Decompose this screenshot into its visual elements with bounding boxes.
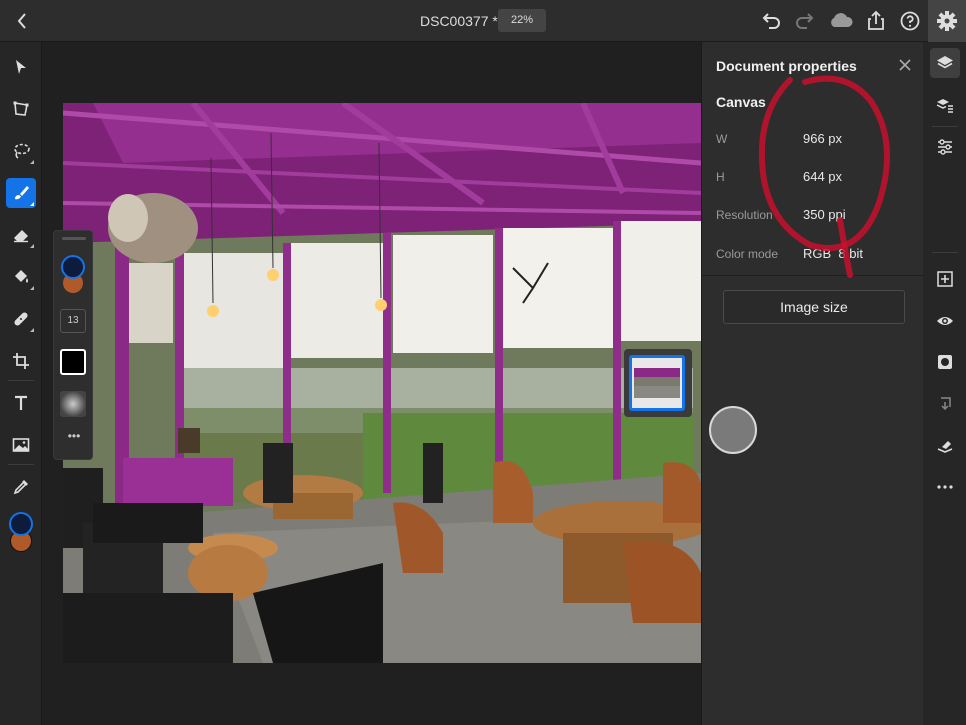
layers-button[interactable] xyxy=(930,48,960,78)
close-panel-button[interactable] xyxy=(898,58,912,72)
foreground-color-swatch[interactable] xyxy=(9,512,33,536)
panel-title: Document properties xyxy=(716,58,857,74)
document-canvas-image[interactable] xyxy=(63,103,701,663)
width-label: W xyxy=(716,132,728,146)
eraser-icon xyxy=(14,230,28,243)
cloud-icon xyxy=(831,13,853,27)
plus-square-icon xyxy=(937,271,953,287)
redo-icon xyxy=(796,13,814,29)
help-icon xyxy=(900,11,920,31)
bandage-icon xyxy=(14,312,28,326)
brush-options-panel: 13 ••• xyxy=(53,230,93,460)
brush-foreground-color[interactable] xyxy=(61,255,85,279)
layers-icon xyxy=(937,56,953,69)
toolbar-divider xyxy=(8,380,34,381)
merge-down-button[interactable] xyxy=(930,389,960,419)
text-icon xyxy=(15,395,27,410)
right-icon-strip xyxy=(923,42,966,725)
share-icon xyxy=(868,10,884,30)
crop-tool[interactable] xyxy=(6,346,36,376)
select-tool[interactable] xyxy=(6,52,36,82)
adjustments-button[interactable] xyxy=(930,132,960,162)
lasso-tool[interactable] xyxy=(6,136,36,166)
share-button[interactable] xyxy=(863,8,889,34)
color-mode-label: Color mode xyxy=(716,247,779,261)
canvas-section-heading: Canvas xyxy=(716,94,766,110)
image-size-button[interactable]: Image size xyxy=(723,290,905,324)
text-tool[interactable] xyxy=(6,388,36,418)
redo-button[interactable] xyxy=(792,8,818,34)
merge-down-icon xyxy=(941,397,951,411)
height-label: H xyxy=(716,170,725,184)
brush-icon xyxy=(15,186,29,200)
strip-divider xyxy=(932,252,958,253)
more-options-indicator xyxy=(30,286,34,290)
color-mode-value: RGB 8 bit xyxy=(803,246,863,261)
close-icon xyxy=(899,59,911,71)
document-title[interactable]: DSC00377 * xyxy=(420,13,498,29)
lasso-icon xyxy=(14,143,30,159)
eye-icon xyxy=(937,317,953,325)
add-layer-button[interactable] xyxy=(930,264,960,294)
transform-icon xyxy=(13,101,29,116)
chevron-left-icon xyxy=(17,13,26,29)
undo-icon xyxy=(762,13,780,29)
more-options-indicator xyxy=(30,244,34,248)
left-toolbar xyxy=(0,42,42,725)
more-dots-icon: ••• xyxy=(67,429,81,443)
zoom-level[interactable]: 22% xyxy=(498,9,546,32)
layer-properties-icon xyxy=(936,99,953,113)
eyedropper-icon xyxy=(13,480,28,495)
more-icon xyxy=(937,485,953,489)
layer-thumbnail[interactable] xyxy=(624,349,692,417)
panel-divider xyxy=(702,275,924,276)
sliders-icon xyxy=(938,139,952,155)
brush-size-field[interactable]: 13 xyxy=(60,309,86,333)
eyedropper-tool[interactable] xyxy=(6,472,36,502)
help-button[interactable] xyxy=(897,8,923,34)
arrow-pointer-icon xyxy=(16,60,26,74)
layer-thumbnail-image xyxy=(629,355,685,411)
visibility-button[interactable] xyxy=(930,306,960,336)
panel-drag-handle[interactable] xyxy=(62,237,86,240)
more-options-indicator xyxy=(30,160,34,164)
more-options-indicator xyxy=(30,328,34,332)
mask-icon xyxy=(938,355,952,369)
resolution-label: Resolution xyxy=(716,208,773,222)
image-icon xyxy=(12,438,30,452)
brush-tool[interactable] xyxy=(6,178,36,208)
transform-tool[interactable] xyxy=(6,94,36,124)
mask-button[interactable] xyxy=(930,347,960,377)
touch-modifier-button[interactable] xyxy=(709,406,757,454)
toolbar-divider xyxy=(8,464,34,465)
settings-button[interactable] xyxy=(928,0,966,42)
more-options-button[interactable] xyxy=(930,472,960,502)
brush-hardness-swatch[interactable] xyxy=(60,391,86,417)
paint-bucket-icon xyxy=(15,270,28,283)
brush-color-black-swatch[interactable] xyxy=(60,349,86,375)
document-properties-panel: Document properties Canvas W 966 px H 64… xyxy=(701,42,924,725)
crop-icon xyxy=(13,353,29,369)
brush-more-options[interactable]: ••• xyxy=(62,429,86,443)
gear-icon xyxy=(937,11,957,31)
healing-tool[interactable] xyxy=(6,304,36,334)
more-options-indicator xyxy=(30,202,34,206)
resolution-value: 350 ppi xyxy=(803,207,846,222)
width-value: 966 px xyxy=(803,131,843,146)
fill-tool[interactable] xyxy=(6,262,36,292)
eraser-tool[interactable] xyxy=(6,220,36,250)
eraser-layer-icon xyxy=(937,441,953,453)
layer-properties-button[interactable] xyxy=(930,90,960,120)
image-tool[interactable] xyxy=(6,430,36,460)
back-button[interactable] xyxy=(10,8,34,34)
undo-button[interactable] xyxy=(758,8,784,34)
top-bar: DSC00377 * 22% xyxy=(0,0,966,42)
cloud-button[interactable] xyxy=(826,8,856,34)
clear-layer-button[interactable] xyxy=(930,431,960,461)
strip-divider xyxy=(932,126,958,127)
photo-illustration xyxy=(63,103,701,663)
height-value: 644 px xyxy=(803,169,843,184)
